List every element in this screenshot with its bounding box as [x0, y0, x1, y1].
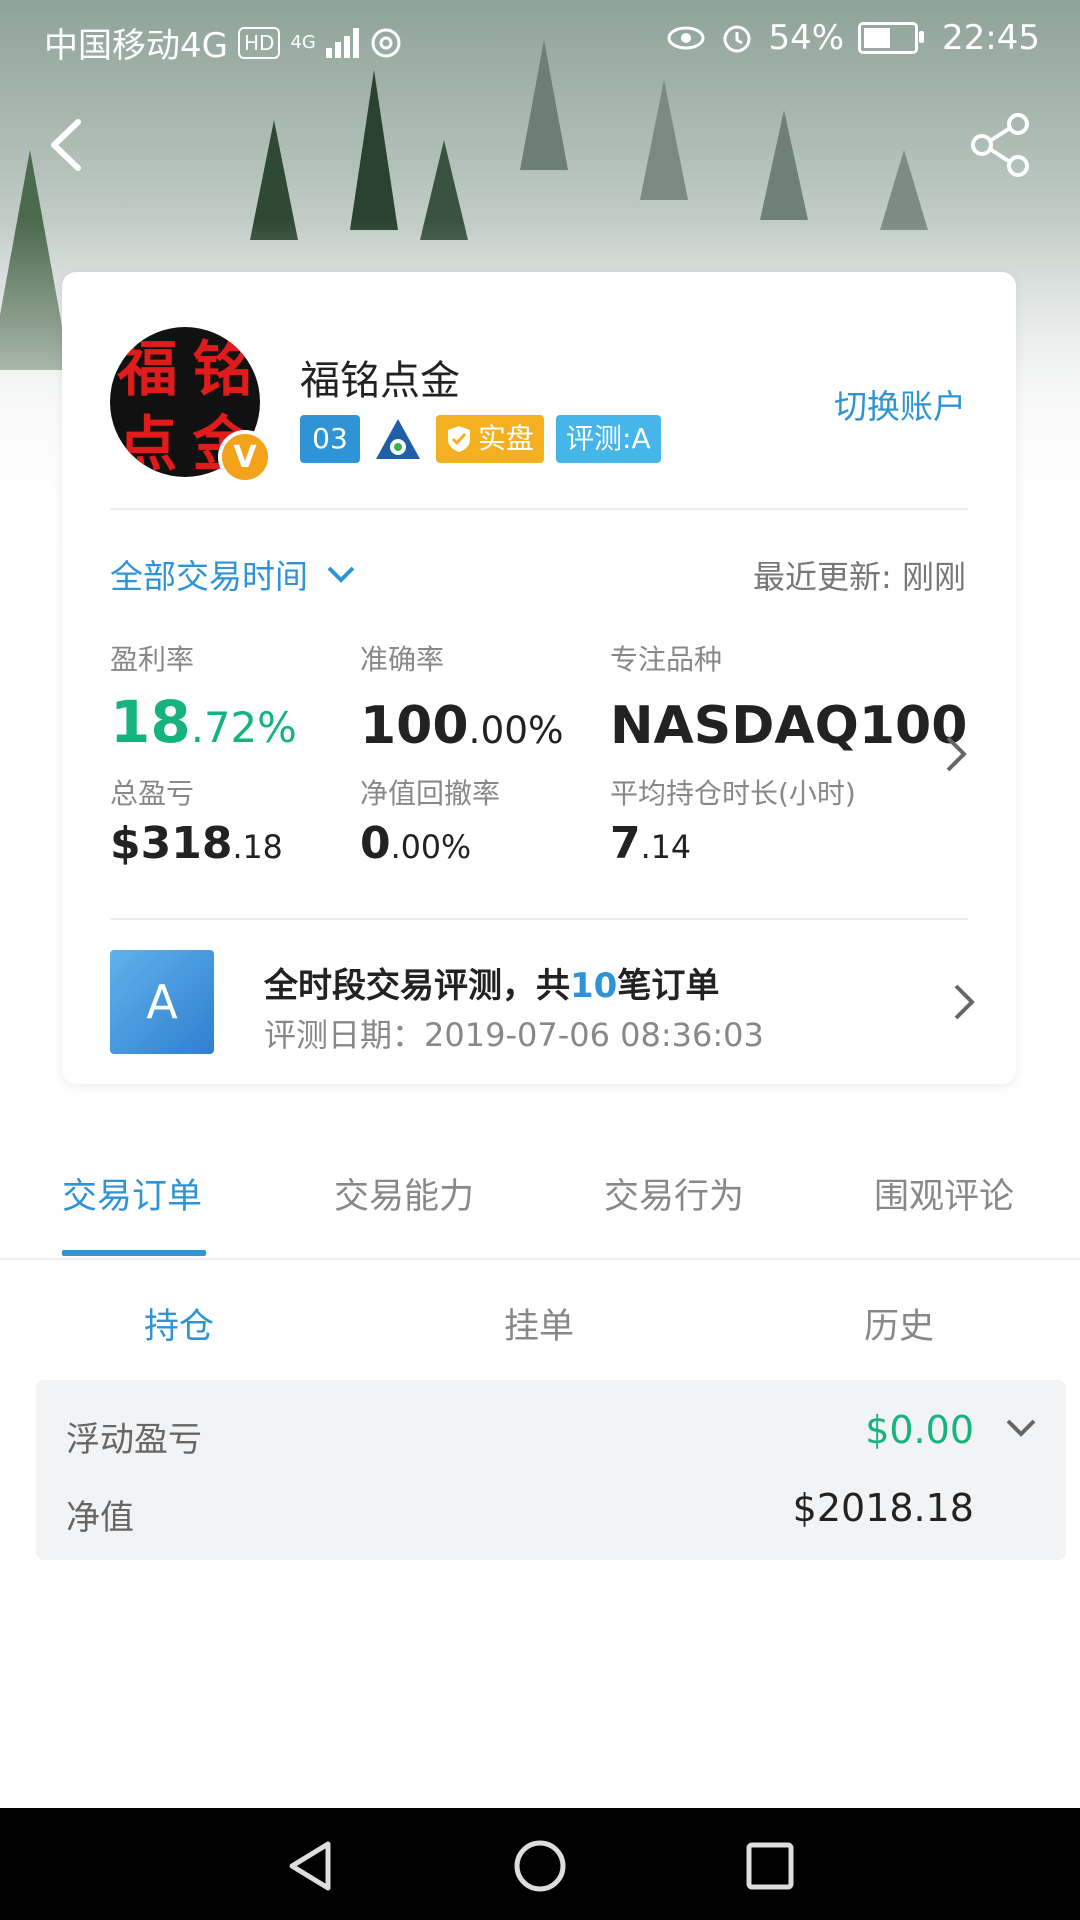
nav-home-icon[interactable]	[512, 1838, 568, 1894]
stat-value: NASDAQ100	[610, 696, 968, 756]
equity-value: $2018.18	[792, 1486, 974, 1530]
stat-label: 专注品种	[610, 643, 723, 676]
avatar-char: 铭	[192, 335, 253, 405]
stat-value: 18.72%	[110, 688, 297, 756]
expand-chevron-icon[interactable]	[1004, 1416, 1038, 1440]
main-tabs: 交易订单 交易能力 交易行为 围观评论	[0, 1140, 1080, 1260]
tab-behavior[interactable]: 交易行为	[604, 1168, 744, 1219]
stat-total-pnl: 总盈亏 $318.18	[110, 772, 283, 869]
stat-label: 盈利率	[110, 643, 195, 676]
tab-comments[interactable]: 围观评论	[874, 1168, 1014, 1219]
clock: 22:45	[942, 18, 1040, 58]
battery-icon	[858, 22, 925, 54]
account-tags: 03 实盘 评测:A	[300, 415, 661, 463]
stat-value: 0.00%	[360, 818, 472, 869]
stat-profit-rate: 盈利率 18.72%	[110, 638, 297, 756]
nav-recents-icon[interactable]	[742, 1838, 798, 1894]
system-nav-bar	[0, 1808, 1080, 1920]
evaluation-chevron-icon[interactable]	[950, 982, 980, 1022]
stat-accuracy: 准确率 100.00%	[360, 638, 564, 756]
stats-detail-chevron-icon[interactable]	[942, 734, 972, 774]
eye-icon	[667, 26, 705, 50]
divider	[110, 508, 968, 510]
battery-percent: 54%	[768, 18, 845, 58]
avatar-char: 福	[117, 335, 178, 405]
evaluation-badge: 评测:A	[556, 415, 661, 463]
network-type: 4G	[290, 31, 316, 53]
shield-check-icon	[448, 426, 470, 452]
subtab-history[interactable]: 历史	[864, 1298, 934, 1349]
tree-decoration	[760, 110, 808, 220]
back-arrow-icon[interactable]	[40, 110, 100, 180]
evaluation-title[interactable]: 全时段交易评测，共10笔订单	[264, 958, 719, 1007]
evaluation-grade-icon: A	[110, 950, 214, 1054]
period-selector[interactable]: 全部交易时间	[110, 550, 356, 598]
equity-label: 净值	[66, 1498, 134, 1538]
stat-value: 7.14	[610, 818, 691, 869]
hotspot-icon	[371, 28, 401, 57]
status-bar: 中国移动4G HD 4G 54% 22:45	[0, 0, 1080, 76]
stat-value: 100.00%	[360, 696, 564, 756]
account-name: 福铭点金	[300, 358, 460, 404]
chevron-down-icon	[327, 566, 355, 583]
stat-drawdown: 净值回撤率 0.00%	[360, 772, 500, 869]
subtab-pending[interactable]: 挂单	[504, 1298, 574, 1349]
tab-ability[interactable]: 交易能力	[334, 1168, 474, 1219]
carrier-label: 中国移动4G	[44, 26, 228, 66]
nav-back-icon[interactable]	[282, 1838, 338, 1894]
last-update: 最近更新: 刚刚	[753, 558, 966, 596]
profile-card: 福 铭 点 金 V 福铭点金 03 实盘 评测:A 切换账户 全部交易时间 最近…	[62, 272, 1016, 1084]
stat-label: 净值回撤率	[360, 777, 501, 810]
stat-label: 总盈亏	[110, 777, 195, 810]
stat-avg-hold: 平均持仓时长(小时) 7.14	[610, 772, 856, 869]
subtab-positions[interactable]: 持仓	[144, 1298, 214, 1349]
real-account-label: 实盘	[478, 422, 535, 455]
tree-decoration	[350, 70, 398, 230]
evaluation-date: 评测日期：2019-07-06 08:36:03	[264, 1016, 764, 1054]
period-label: 全部交易时间	[110, 557, 308, 596]
tab-orders[interactable]: 交易订单	[62, 1168, 202, 1219]
level-badge: 03	[300, 415, 360, 463]
stat-label: 平均持仓时长(小时)	[610, 777, 856, 810]
hd-icon: HD	[237, 26, 281, 59]
avatar-char: 点	[117, 410, 178, 477]
switch-account-link[interactable]: 切换账户	[834, 380, 966, 428]
signal-icon	[325, 27, 359, 58]
verified-icon: V	[218, 430, 272, 484]
alarm-icon	[723, 25, 751, 53]
real-account-badge: 实盘	[436, 415, 545, 463]
stat-value: $318.18	[110, 818, 283, 869]
stat-label: 准确率	[360, 643, 445, 676]
tree-decoration	[640, 80, 688, 200]
tree-decoration	[880, 150, 928, 230]
active-tab-indicator	[62, 1250, 206, 1256]
floating-pnl-value: $0.00	[865, 1408, 974, 1452]
share-icon[interactable]	[966, 110, 1036, 180]
broker-logo-icon	[376, 419, 420, 459]
divider	[110, 918, 968, 920]
stat-focus-symbol: 专注品种 NASDAQ100	[610, 638, 967, 756]
floating-pnl-label: 浮动盈亏	[66, 1420, 202, 1460]
pnl-summary-panel[interactable]: 浮动盈亏 $0.00 净值 $2018.18	[36, 1380, 1066, 1560]
